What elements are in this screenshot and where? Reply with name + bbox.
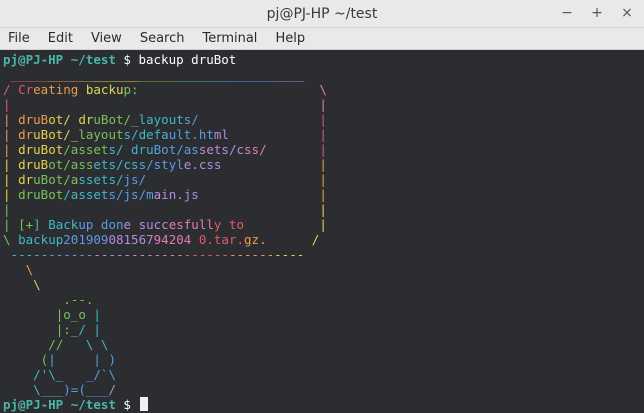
final-prompt-user: pj@PJ-HP (3, 397, 64, 412)
ascii-line: | druBot/assets/js/ | (3, 172, 327, 187)
ascii-line: | druBot/assets/ druBot/assets/css/ | (3, 142, 327, 157)
tux-ascii-art: \ \ .--. |o_o | |:_/ | // \ \ (| | ) /'\… (3, 262, 643, 397)
ascii-line: --------------------------------------- (10, 247, 305, 262)
terminal-window: pj@PJ-HP ~/test − + × File Edit View Sea… (0, 0, 644, 413)
menu-edit[interactable]: Edit (46, 28, 75, 50)
terminal-viewport[interactable]: pj@PJ-HP ~/test $ backup druBot ________… (0, 50, 644, 413)
terminal-content: pj@PJ-HP ~/test $ backup druBot ________… (3, 52, 643, 412)
ascii-line: |o_o | (55, 307, 101, 322)
ascii-line: \ backup20190908156794204 0.tar.gz. / (3, 232, 320, 247)
ascii-line: | druBot/ druBot/_layouts/ | (3, 112, 327, 127)
ascii-line: |:_/ | (55, 322, 101, 337)
menu-view[interactable]: View (89, 28, 124, 50)
ascii-line: \ (25, 262, 34, 277)
prompt-symbol: $ (115, 52, 139, 67)
menu-help[interactable]: Help (273, 28, 307, 50)
text-cursor (140, 397, 149, 411)
final-prompt-line: pj@PJ-HP ~/test $ (3, 397, 643, 412)
menu-bar: File Edit View Search Terminal Help (0, 28, 644, 50)
prompt-user: pj@PJ-HP (3, 52, 64, 67)
maximize-icon[interactable]: + (590, 5, 604, 21)
typed-command: backup druBot (138, 52, 237, 67)
ascii-line: | | (3, 202, 327, 217)
final-prompt-symbol: $ (115, 397, 139, 412)
window-controls: − + × (560, 5, 634, 21)
ascii-line: | druBot/assets/js/main.js | (3, 187, 327, 202)
title-bar[interactable]: pj@PJ-HP ~/test − + × (0, 0, 644, 28)
cowsay-box: _______________________________________ … (3, 67, 643, 262)
menu-search[interactable]: Search (138, 28, 187, 50)
ascii-line: | | (3, 97, 327, 112)
ascii-line: / Creating backup: \ (3, 82, 327, 97)
ascii-line: | druBot/_layouts/default.html | (3, 127, 327, 142)
command-line: pj@PJ-HP ~/test $ backup druBot (3, 52, 643, 67)
window-title: pj@PJ-HP ~/test (266, 5, 378, 22)
ascii-line: \ (33, 277, 41, 292)
ascii-line: | druBot/assets/css/style.css | (3, 157, 327, 172)
ascii-line: .--. (63, 292, 94, 307)
prompt-path: ~/test (63, 52, 116, 67)
final-prompt-path: ~/test (63, 397, 116, 412)
menu-terminal[interactable]: Terminal (200, 28, 259, 50)
ascii-line: _______________________________________ (10, 67, 305, 82)
minimize-icon[interactable]: − (560, 5, 574, 21)
ascii-line: (| | ) (40, 352, 116, 367)
close-icon[interactable]: × (620, 5, 634, 21)
ascii-line: /'\_ _/`\ (33, 367, 116, 382)
ascii-line: | [+] Backup done succesfully to | (3, 217, 327, 232)
ascii-line: \___)=(___/ (33, 382, 116, 397)
menu-file[interactable]: File (6, 28, 32, 50)
ascii-line: // \ \ (48, 337, 109, 352)
